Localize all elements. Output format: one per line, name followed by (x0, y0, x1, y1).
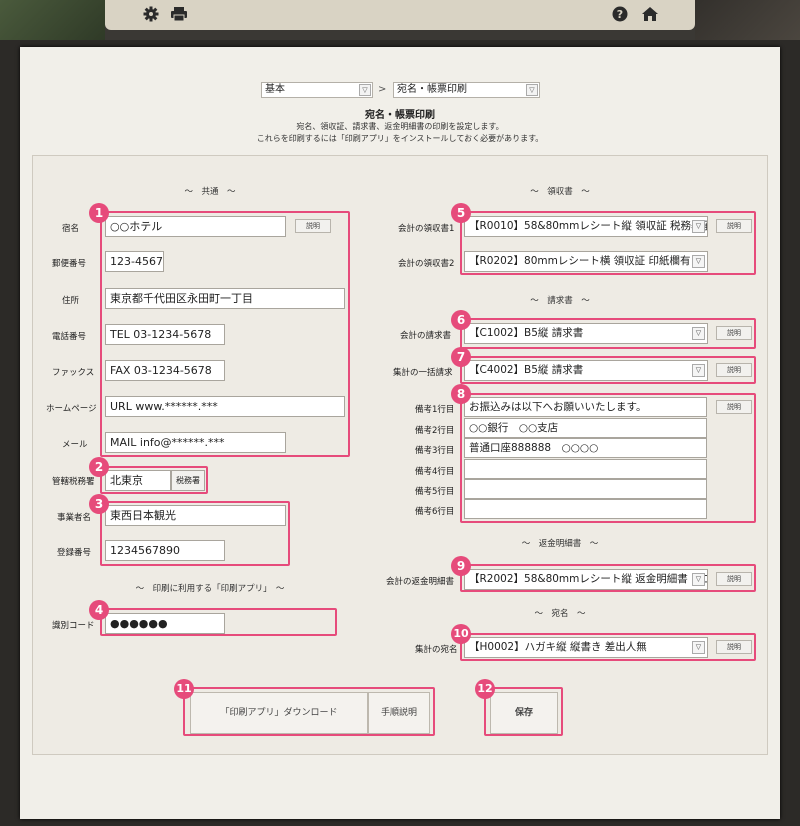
highlight-box-8 (460, 393, 756, 523)
section-receipt: ～ 領収書 ～ (530, 187, 590, 197)
tax-office-label: 管轄税務署 (52, 477, 95, 487)
inn-label: 宿名 (62, 224, 80, 234)
page-title: 宛名・帳票印刷 (365, 110, 435, 121)
registration-number-label: 登録番号 (57, 548, 92, 558)
bulk-invoice-label: 集計の一括請求 (393, 368, 453, 378)
category-select[interactable]: 基本 ▽ (261, 82, 373, 98)
receipt1-label: 会計の領収書1 (398, 224, 455, 234)
zip-label: 郵便番号 (52, 259, 87, 269)
note3-label: 備考3行目 (415, 446, 455, 456)
highlight-box-3 (100, 501, 290, 566)
chevron-down-icon: ▽ (526, 84, 538, 96)
badge-2: 2 (89, 457, 109, 477)
page-select[interactable]: 宛名・帳票印刷 ▽ (393, 82, 540, 98)
highlight-box-6 (460, 318, 756, 349)
toolbar: ? (105, 0, 695, 30)
highlight-box-2 (100, 466, 208, 494)
note5-label: 備考5行目 (415, 487, 455, 497)
svg-text:?: ? (617, 8, 623, 21)
id-code-label: 識別コード (52, 621, 95, 631)
badge-8: 8 (451, 384, 471, 404)
refund-label: 会計の返金明細書 (386, 577, 455, 587)
note6-label: 備考6行目 (415, 507, 455, 517)
printer-icon[interactable] (169, 4, 189, 24)
section-refund: ～ 返金明細書 ～ (521, 539, 599, 549)
address-print-label: 集計の宛名 (415, 645, 458, 655)
highlight-box-4 (100, 608, 337, 636)
category-value: 基本 (265, 84, 285, 95)
badge-12: 12 (475, 679, 495, 699)
decoration-left (0, 0, 105, 40)
highlight-box-12 (484, 687, 563, 736)
note4-label: 備考4行目 (415, 467, 455, 477)
breadcrumb-separator: > (378, 84, 387, 95)
page-description-1: 宛名、領収証、請求書、返金明細書の印刷を設定します。 (296, 122, 504, 131)
page-value: 宛名・帳票印刷 (397, 84, 467, 95)
badge-6: 6 (451, 310, 471, 330)
badge-1: 1 (89, 203, 109, 223)
page-description-2: これらを印刷するには「印刷アプリ」をインストールしておく必要があります。 (256, 134, 544, 143)
address-label: 住所 (62, 296, 80, 306)
section-invoice: ～ 請求書 ～ (530, 296, 590, 306)
badge-3: 3 (89, 494, 109, 514)
invoice-label: 会計の請求書 (400, 331, 452, 341)
note1-label: 備考1行目 (415, 405, 455, 415)
highlight-box-11 (183, 687, 435, 736)
help-icon[interactable]: ? (610, 4, 630, 24)
badge-11: 11 (174, 679, 194, 699)
note2-label: 備考2行目 (415, 426, 455, 436)
section-address: ～ 宛名 ～ (534, 609, 586, 619)
badge-9: 9 (451, 556, 471, 576)
section-print-app: ～ 印刷に利用する「印刷アプリ」 ～ (135, 584, 285, 594)
badge-10: 10 (451, 624, 471, 644)
badge-4: 4 (89, 600, 109, 620)
section-common: ～ 共通 ～ (184, 187, 236, 197)
decoration-right (695, 0, 800, 40)
homepage-label: ホームページ (46, 404, 97, 414)
highlight-box-9 (460, 564, 756, 592)
tel-label: 電話番号 (52, 332, 87, 342)
highlight-box-10 (460, 633, 756, 661)
home-icon[interactable] (640, 4, 660, 24)
fax-label: ファックス (52, 368, 95, 378)
mail-label: メール (62, 440, 88, 450)
highlight-box-5 (460, 211, 756, 275)
highlight-box-7 (460, 356, 756, 384)
business-name-label: 事業者名 (57, 513, 92, 523)
receipt2-label: 会計の領収書2 (398, 259, 455, 269)
badge-5: 5 (451, 203, 471, 223)
gear-icon[interactable] (141, 4, 161, 24)
chevron-down-icon: ▽ (359, 84, 371, 96)
badge-7: 7 (451, 347, 471, 367)
highlight-box-1 (100, 211, 350, 457)
